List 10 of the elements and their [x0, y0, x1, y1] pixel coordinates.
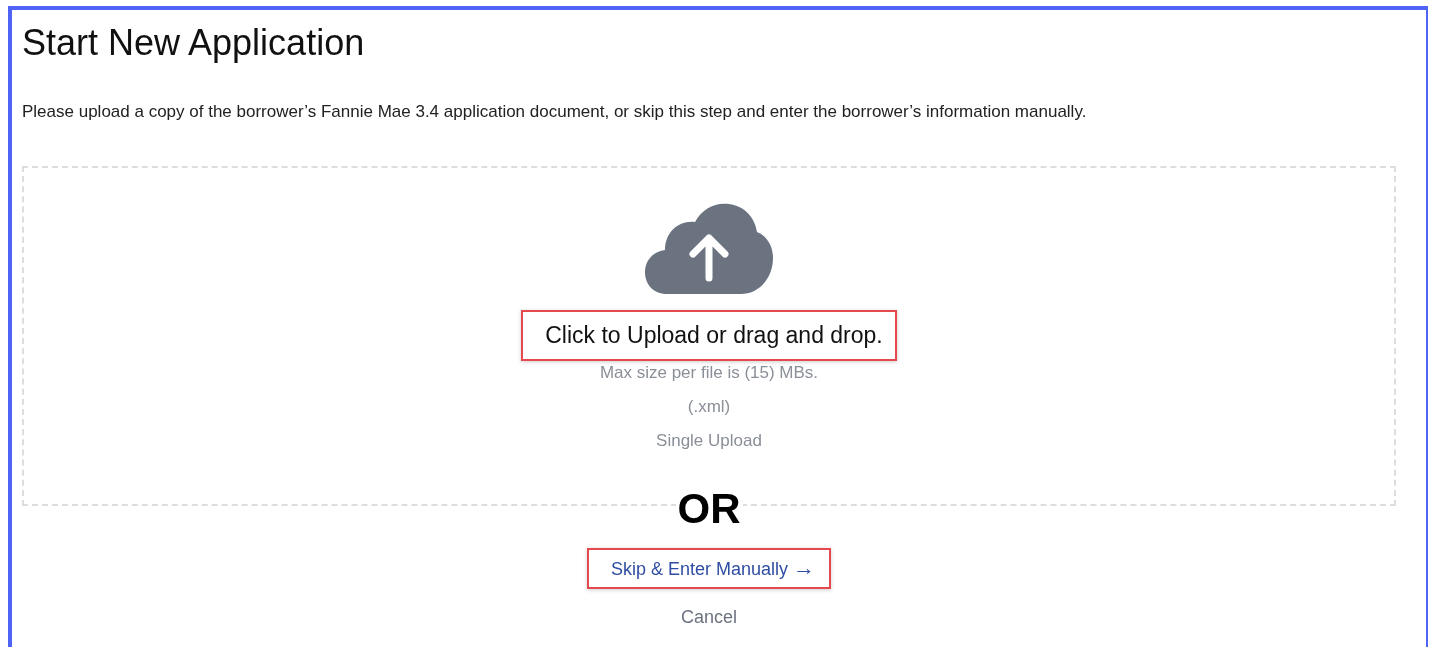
skip-link[interactable]: Skip & Enter Manually →: [586, 548, 832, 589]
cancel-link[interactable]: Cancel: [681, 607, 737, 628]
instructions-text: Please upload a copy of the borrower’s Fannie Mae 3.4 application document, or skip this step and enter the borrower’s information manually.: [22, 102, 1087, 122]
upload-note: (.xml): [687, 397, 731, 417]
upload-link[interactable]: Click to Upload or drag and drop.: [521, 310, 897, 361]
upload-note: Single Upload: [656, 431, 762, 451]
upload-note: Max size per file is (15) MBs.: [599, 363, 819, 383]
arrow-icon: →: [793, 555, 816, 580]
cloud-upload-icon: [645, 202, 773, 294]
page-title: Start New Application: [22, 22, 365, 64]
